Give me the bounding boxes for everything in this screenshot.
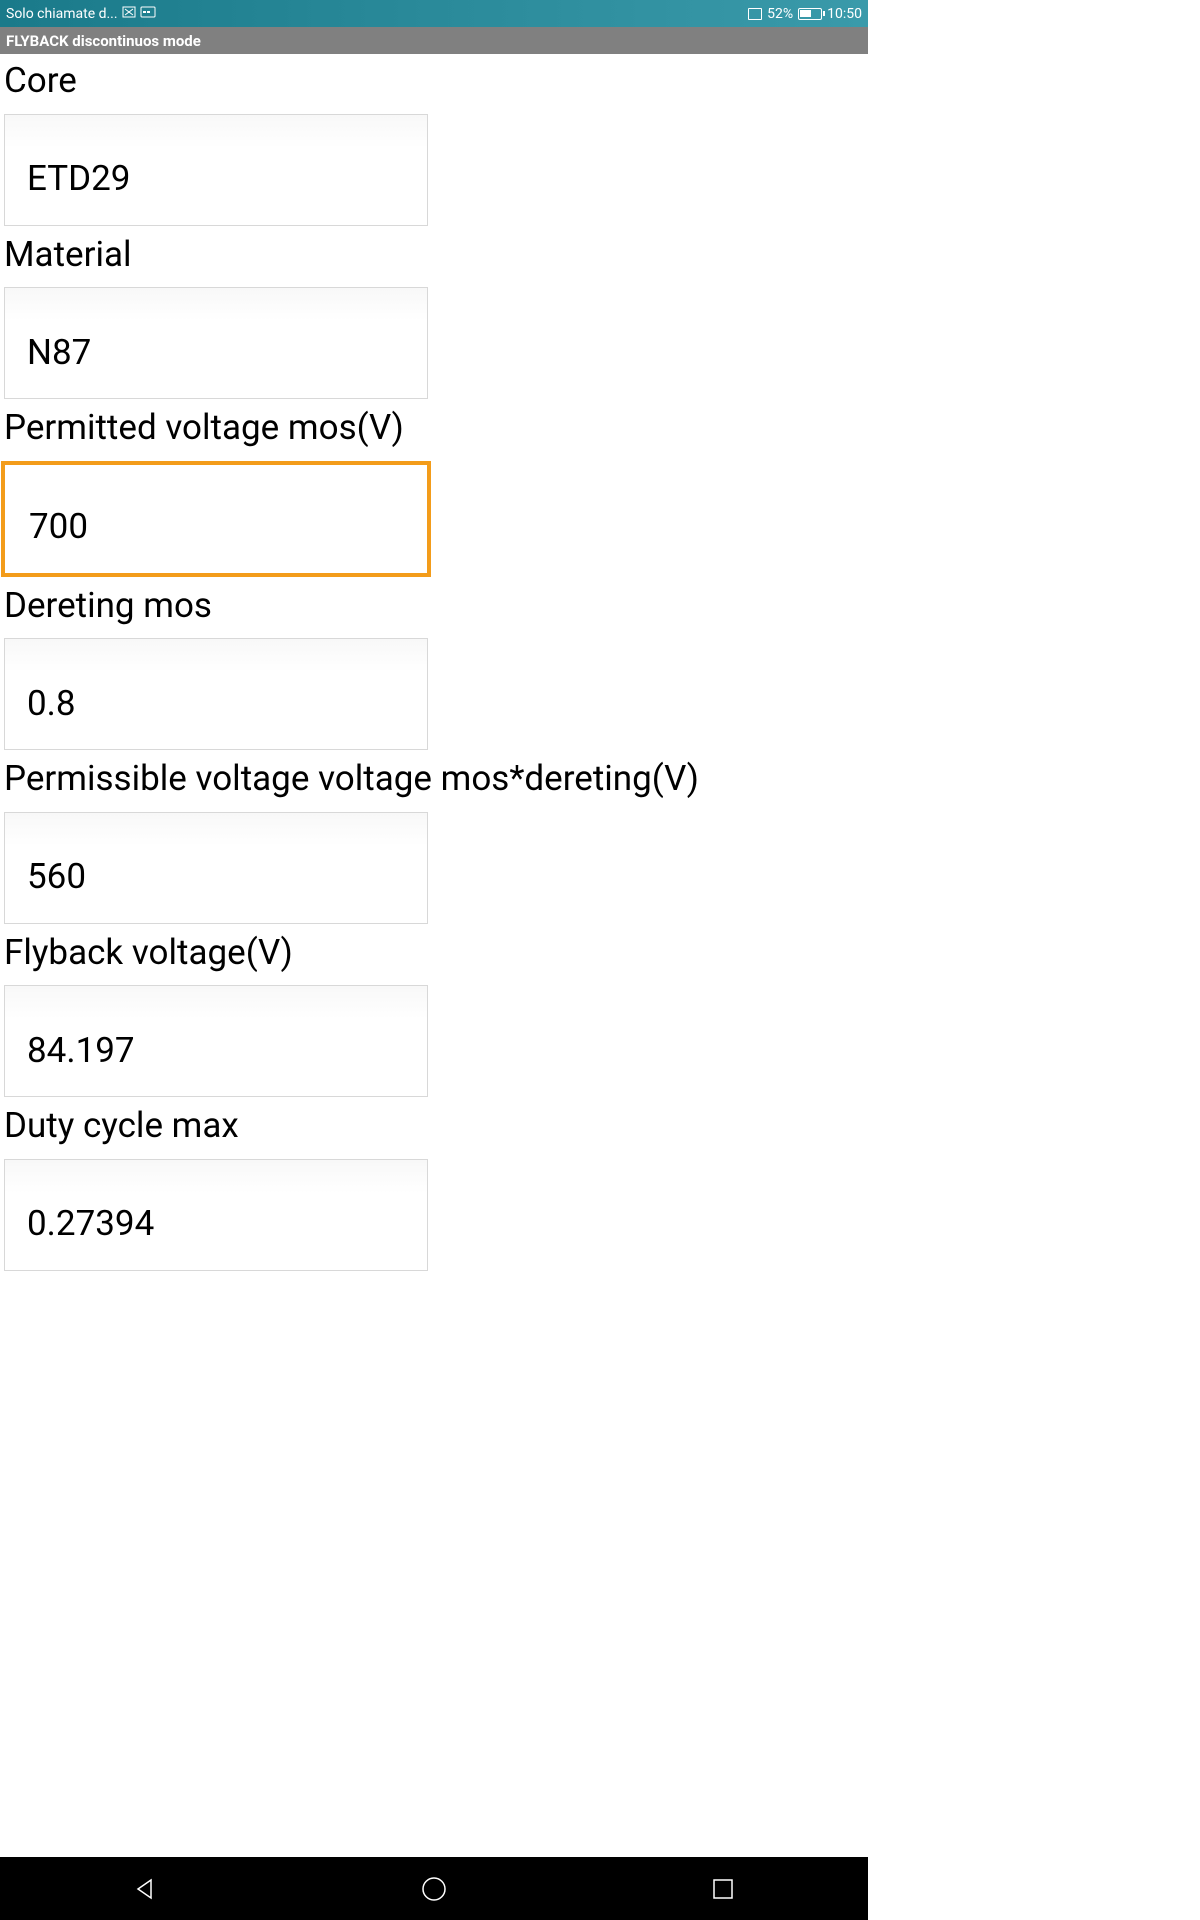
- field-permissible-voltage: Permissible voltage voltage mos*dereting…: [4, 756, 864, 924]
- input-dereting-mos[interactable]: [4, 638, 428, 750]
- form-content: Core Material Permitted voltage mos(V) D…: [0, 54, 868, 1271]
- carrier-text: Solo chiamate d...: [6, 6, 118, 22]
- notification-icon-1: [122, 6, 136, 22]
- label-permissible-voltage: Permissible voltage voltage mos*dereting…: [4, 756, 864, 802]
- recent-apps-button[interactable]: [706, 1872, 740, 1906]
- clock-text: 10:50: [827, 6, 862, 22]
- field-permitted-voltage: Permitted voltage mos(V): [4, 405, 864, 577]
- label-permitted-voltage: Permitted voltage mos(V): [4, 405, 864, 451]
- input-core[interactable]: [4, 114, 428, 226]
- navigation-bar: [0, 1857, 868, 1920]
- home-button[interactable]: [417, 1872, 451, 1906]
- status-left: Solo chiamate d...: [6, 6, 156, 22]
- app-title-bar: FLYBACK discontinuos mode: [0, 27, 868, 54]
- label-flyback-voltage: Flyback voltage(V): [4, 930, 864, 976]
- input-permissible-voltage[interactable]: [4, 812, 428, 924]
- field-duty-cycle: Duty cycle max: [4, 1103, 864, 1271]
- field-dereting-mos: Dereting mos: [4, 583, 864, 751]
- input-flyback-voltage[interactable]: [4, 985, 428, 1097]
- label-dereting-mos: Dereting mos: [4, 583, 864, 629]
- field-core: Core: [4, 58, 864, 226]
- battery-percent: 52%: [767, 6, 793, 22]
- sim-icon: [748, 8, 762, 20]
- label-material: Material: [4, 232, 864, 278]
- label-core: Core: [4, 58, 864, 104]
- input-material[interactable]: [4, 287, 428, 399]
- notification-icon-2: [140, 6, 156, 22]
- status-bar: Solo chiamate d... 52% 10:50: [0, 0, 868, 27]
- back-button[interactable]: [128, 1872, 162, 1906]
- status-right: 52% 10:50: [748, 6, 862, 22]
- field-flyback-voltage: Flyback voltage(V): [4, 930, 864, 1098]
- input-duty-cycle[interactable]: [4, 1159, 428, 1271]
- battery-icon: [798, 8, 822, 20]
- label-duty-cycle: Duty cycle max: [4, 1103, 864, 1149]
- field-material: Material: [4, 232, 864, 400]
- input-permitted-voltage[interactable]: [1, 461, 431, 577]
- app-title: FLYBACK discontinuos mode: [6, 32, 201, 50]
